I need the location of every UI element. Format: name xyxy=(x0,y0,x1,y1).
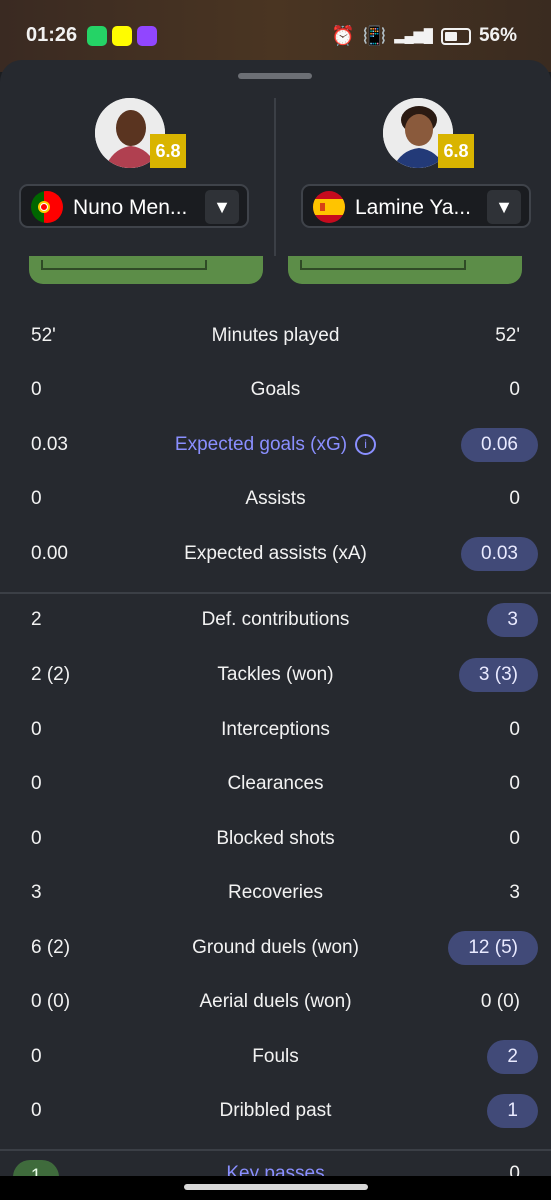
stat-row-fouls: 0 Fouls 2 xyxy=(0,1030,551,1084)
stat-right-pill: 1 xyxy=(487,1094,538,1128)
player-comparison-sheet: 6.8 Nuno Men... ▼ 6.8 Lamine Ya... ▼ 52'… xyxy=(0,60,551,1200)
stat-row-dribbled-past: 0 Dribbled past 1 xyxy=(0,1084,551,1138)
player-left-selector[interactable]: Nuno Men... ▼ xyxy=(19,184,249,228)
stat-label: Aerial duels (won) xyxy=(199,991,352,1012)
stat-row-ground-duels: 6 (2) Ground duels (won) 12 (5) xyxy=(0,921,551,975)
system-nav-bar xyxy=(0,1176,551,1200)
stat-row-minutes: 52' Minutes played 52' xyxy=(0,309,551,363)
player-left-name: Nuno Men... xyxy=(73,196,188,219)
snapchat-icon xyxy=(112,26,132,46)
stat-right-value: 0 xyxy=(509,379,520,400)
stat-row-tackles: 2 (2) Tackles (won) 3 (3) xyxy=(0,648,551,702)
stat-row-xg[interactable]: 0.03 Expected goals (xG) i 0.06 xyxy=(0,418,551,472)
stat-right-value: 3 xyxy=(509,882,520,903)
stat-right-value: 52' xyxy=(495,325,520,346)
stat-label: Assists xyxy=(245,488,306,509)
signal-icon: ▂▄▆█ xyxy=(394,28,433,43)
whatsapp-icon xyxy=(87,26,107,46)
alarm-icon: ⏰ xyxy=(331,26,355,47)
stat-right-pill: 0.03 xyxy=(461,537,538,571)
player-right-name: Lamine Ya... xyxy=(355,196,471,219)
section-divider xyxy=(0,1149,551,1151)
pitch-graphic xyxy=(288,256,522,284)
player-left: 6.8 Nuno Men... ▼ xyxy=(0,60,275,284)
stat-right-value: 0 (0) xyxy=(480,991,520,1012)
status-time: 01:26 xyxy=(26,24,78,46)
stat-row-recoveries: 3 Recoveries 3 xyxy=(0,866,551,920)
twitch-icon xyxy=(137,26,157,46)
dropdown-arrow-icon[interactable]: ▼ xyxy=(487,190,521,224)
stat-right-pill: 12 (5) xyxy=(448,931,538,965)
player-left-rating: 6.8 xyxy=(150,134,186,168)
stat-label: Minutes played xyxy=(211,325,340,346)
info-icon[interactable]: i xyxy=(355,434,377,456)
pitch-graphic xyxy=(29,256,263,284)
stat-row-def-contributions: 2 Def. contributions 3 xyxy=(0,593,551,647)
stat-label: Clearances xyxy=(227,773,324,794)
stat-row-goals: 0 Goals 0 xyxy=(0,363,551,417)
battery-percent: 56% xyxy=(478,25,517,46)
player-right-rating: 6.8 xyxy=(438,134,474,168)
stat-right-value: 0 xyxy=(509,1163,520,1176)
stat-label: Fouls xyxy=(252,1046,299,1067)
spain-flag-icon xyxy=(313,191,345,223)
stat-row-aerial-duels: 0 (0) Aerial duels (won) 0 (0) xyxy=(0,975,551,1029)
stat-row-assists: 0 Assists 0 xyxy=(0,472,551,526)
stat-label: Goals xyxy=(250,379,301,400)
stat-right-value: 0 xyxy=(509,719,520,740)
stat-right-pill: 0.06 xyxy=(461,428,538,462)
stat-right-value: 0 xyxy=(509,828,520,849)
stat-row-clearances: 0 Clearances 0 xyxy=(0,757,551,811)
stat-row-xa: 0.00 Expected assists (xA) 0.03 xyxy=(0,527,551,581)
status-indicators: ⏰ 📳 ▂▄▆█ 56% xyxy=(331,24,517,48)
stat-right-value: 0 xyxy=(509,488,520,509)
stat-row-blocked-shots: 0 Blocked shots 0 xyxy=(0,812,551,866)
home-gesture-handle[interactable] xyxy=(184,1184,368,1190)
stat-label-link[interactable]: Key passes xyxy=(0,1163,551,1176)
stat-right-pill: 3 (3) xyxy=(458,658,538,692)
battery-icon xyxy=(440,27,471,45)
stat-label: Blocked shots xyxy=(216,828,335,849)
player-right-selector[interactable]: Lamine Ya... ▼ xyxy=(301,184,531,228)
stat-label: Recoveries xyxy=(227,882,324,903)
portugal-flag-icon xyxy=(31,191,63,223)
player-right: 6.8 Lamine Ya... ▼ xyxy=(276,60,551,284)
stat-right-value: 0 xyxy=(509,773,520,794)
vibrate-icon: 📳 xyxy=(362,26,387,47)
stat-right-pill: 3 xyxy=(487,603,538,637)
stat-label: Def. contributions xyxy=(201,609,350,630)
stat-label: Dribbled past xyxy=(219,1100,332,1121)
stat-row-key-passes: 1 Key passes 0 xyxy=(0,1152,551,1176)
dropdown-arrow-icon[interactable]: ▼ xyxy=(205,190,239,224)
stat-row-interceptions: 0 Interceptions 0 xyxy=(0,703,551,757)
stat-label: Interceptions xyxy=(221,719,330,740)
stat-right-pill: 2 xyxy=(487,1040,538,1074)
